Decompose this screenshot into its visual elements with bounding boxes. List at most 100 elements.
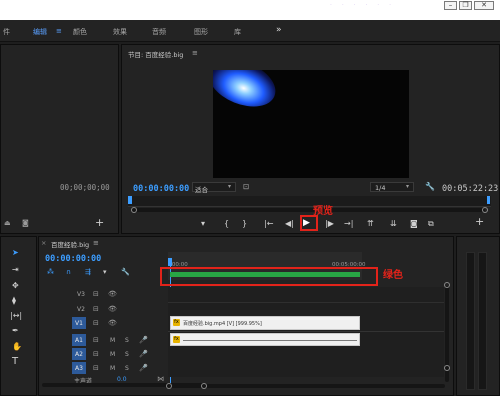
solo-button[interactable]: S bbox=[125, 337, 129, 344]
mute-button[interactable]: M bbox=[110, 337, 115, 344]
scrollbar-right-handle[interactable] bbox=[482, 207, 488, 213]
track-header-v1[interactable]: V1 ⊟ 👁 bbox=[41, 316, 166, 331]
track-header-a1[interactable]: A1 ⊟ M S 🎤 bbox=[41, 333, 166, 347]
track-select-tool-icon[interactable]: ⇥ bbox=[12, 265, 19, 275]
restore-button[interactable]: ❐ bbox=[459, 1, 472, 10]
workspace-tab-graphics[interactable]: 图形 bbox=[194, 27, 208, 37]
timeline-menu-icon[interactable]: ≡ bbox=[93, 239, 99, 247]
workspace-tab-edit[interactable]: 编辑 bbox=[33, 27, 47, 37]
program-zoom-scrollbar[interactable] bbox=[132, 208, 485, 212]
workspace-tab-partial[interactable]: 件 bbox=[3, 27, 10, 37]
slip-tool-icon[interactable]: |↔| bbox=[10, 311, 22, 321]
green-annotation: 绿色 bbox=[383, 270, 403, 281]
render-bar-highlight bbox=[160, 267, 378, 286]
pen-tool-icon[interactable]: ✒ bbox=[12, 326, 19, 336]
audio-clip-a1[interactable]: fx bbox=[170, 333, 360, 346]
track-header-a3[interactable]: A3 ⊟ M S 🎤 bbox=[41, 361, 166, 375]
master-end-icon[interactable]: ⋈ bbox=[157, 375, 164, 383]
play-icon[interactable]: ▶ bbox=[303, 218, 310, 228]
microphone-icon[interactable]: 🎤 bbox=[139, 336, 148, 344]
fx-badge-icon: fx bbox=[173, 319, 180, 326]
nest-icon[interactable]: ⁂ bbox=[47, 268, 54, 276]
ripple-edit-tool-icon[interactable]: ✥ bbox=[12, 281, 19, 291]
timeline-tab[interactable]: 百度经验.big bbox=[51, 239, 89, 249]
sync-lock-icon[interactable]: ⊟ bbox=[93, 350, 99, 358]
eye-icon[interactable]: 👁 bbox=[108, 305, 117, 313]
video-audio-divider bbox=[168, 331, 444, 332]
microphone-icon[interactable]: 🎤 bbox=[139, 364, 148, 372]
source-add-button[interactable]: + bbox=[95, 217, 104, 228]
scrollbar-left-handle[interactable] bbox=[131, 207, 137, 213]
comparison-view-icon[interactable]: ⧉ bbox=[428, 219, 434, 229]
add-marker-icon[interactable]: ▾ bbox=[201, 219, 205, 229]
type-tool-icon[interactable]: T bbox=[12, 357, 18, 367]
selection-tool-icon[interactable]: ➤ bbox=[12, 248, 19, 258]
eye-icon[interactable]: 👁 bbox=[108, 290, 117, 298]
timeline-timecode[interactable]: 00:00:00:00 bbox=[45, 254, 101, 264]
fit-dropdown[interactable]: 适合 ▾ bbox=[192, 182, 236, 194]
timeline-horizontal-scrollbar[interactable] bbox=[165, 384, 445, 388]
program-add-button[interactable]: + bbox=[475, 216, 484, 227]
workspace-tab-effects[interactable]: 效果 bbox=[113, 27, 127, 37]
timeline-settings-wrench-icon[interactable]: 🔧 bbox=[121, 268, 130, 276]
sync-lock-icon[interactable]: ⊟ bbox=[93, 305, 99, 313]
extract-icon[interactable]: ⇊ bbox=[390, 219, 397, 229]
video-clip-v1[interactable]: fx 百度经验.big.mp4 [V] [999.95%] bbox=[170, 316, 360, 330]
solo-button[interactable]: S bbox=[125, 351, 129, 358]
sync-lock-icon[interactable]: ⊟ bbox=[93, 364, 99, 372]
mark-in-icon[interactable]: { bbox=[224, 219, 229, 229]
workspace-tab-color[interactable]: 颜色 bbox=[73, 27, 87, 37]
mark-out-icon[interactable]: } bbox=[242, 219, 247, 229]
step-back-icon[interactable]: ◀| bbox=[285, 219, 294, 229]
close-button[interactable]: ✕ bbox=[474, 1, 494, 10]
go-to-in-icon[interactable]: |← bbox=[264, 219, 273, 229]
track-header-a2[interactable]: A2 ⊟ M S 🎤 bbox=[41, 347, 166, 361]
lift-icon[interactable]: ⇈ bbox=[367, 219, 374, 229]
minimize-button[interactable]: – bbox=[444, 1, 457, 10]
resolution-dropdown[interactable]: 1/4 ▾ bbox=[370, 182, 414, 192]
sync-lock-icon[interactable]: ⊟ bbox=[93, 290, 99, 298]
mute-button[interactable]: M bbox=[110, 365, 115, 372]
program-playhead[interactable] bbox=[128, 196, 132, 204]
microphone-icon[interactable]: 🎤 bbox=[139, 350, 148, 358]
step-forward-icon[interactable]: |▶ bbox=[325, 219, 334, 229]
titlebar-decoration: · · · · · · bbox=[330, 2, 395, 9]
timeline-close-icon[interactable]: × bbox=[41, 239, 46, 247]
snap-magnet-icon[interactable]: ∩ bbox=[66, 268, 71, 276]
scrollbar-right-handle[interactable] bbox=[201, 383, 207, 389]
safe-margins-icon[interactable]: ⊡ bbox=[243, 182, 249, 191]
razor-tool-icon[interactable]: ⧫ bbox=[12, 296, 16, 306]
go-to-out-icon[interactable]: →| bbox=[344, 219, 353, 229]
source-insert-icon[interactable]: ⏏ bbox=[4, 219, 11, 227]
sync-lock-icon[interactable]: ⊟ bbox=[93, 336, 99, 344]
blue-light-streak bbox=[213, 70, 283, 116]
eye-icon[interactable]: 👁 bbox=[108, 319, 117, 327]
linked-selection-icon[interactable]: ⇶ bbox=[85, 268, 91, 276]
mute-button[interactable]: M bbox=[110, 351, 115, 358]
workspace-tab-libraries[interactable]: 库 bbox=[234, 27, 241, 37]
scrollbar-top-handle[interactable] bbox=[444, 282, 450, 288]
source-camera-icon[interactable]: ◙ bbox=[22, 219, 29, 227]
track-header-v3[interactable]: V3 ⊟ 👁 bbox=[41, 287, 166, 302]
chevron-down-icon: ▾ bbox=[406, 183, 410, 190]
solo-button[interactable]: S bbox=[125, 365, 129, 372]
export-frame-camera-icon[interactable]: ◙ bbox=[410, 219, 418, 229]
scrollbar-bottom-handle[interactable] bbox=[444, 365, 450, 371]
workspace-menu-icon[interactable]: ≡ bbox=[56, 27, 62, 35]
program-title: 节目: 百度经验.big bbox=[128, 51, 184, 59]
program-menu-icon[interactable]: ≡ bbox=[192, 49, 198, 57]
workspace-more-icon[interactable]: » bbox=[276, 25, 282, 35]
program-scrub-bar[interactable] bbox=[128, 196, 491, 207]
add-marker-icon[interactable]: ▾ bbox=[103, 268, 107, 276]
audio-meter-right bbox=[478, 252, 487, 390]
sync-lock-icon[interactable]: ⊟ bbox=[93, 319, 99, 327]
scrollbar-left-handle[interactable] bbox=[166, 383, 172, 389]
program-end-marker[interactable] bbox=[487, 196, 490, 204]
source-panel bbox=[0, 44, 119, 234]
chevron-down-icon: ▾ bbox=[228, 183, 232, 190]
track-header-v2[interactable]: V2 ⊟ 👁 bbox=[41, 302, 166, 317]
wrench-icon[interactable]: 🔧 bbox=[425, 182, 435, 191]
hand-tool-icon[interactable]: ✋ bbox=[12, 342, 22, 352]
program-timecode[interactable]: 00:00:00:00 bbox=[133, 184, 189, 194]
workspace-tab-audio[interactable]: 音频 bbox=[152, 27, 166, 37]
